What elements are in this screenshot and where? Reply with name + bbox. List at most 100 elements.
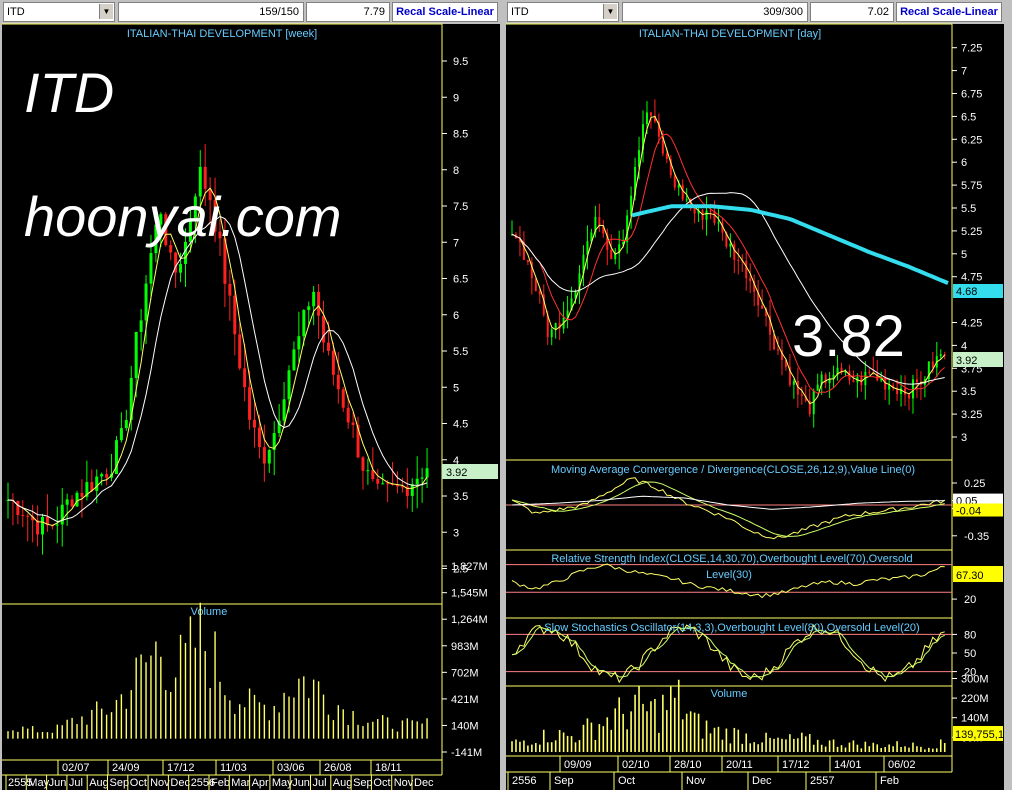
month-label: Oct [618,775,635,787]
candle-body [610,249,613,260]
date-label: 02/10 [622,759,650,771]
price-tick-label: 9 [453,92,459,104]
candle-body [800,394,803,396]
volume-tick-label: 983M [451,641,479,653]
candle-body [693,208,696,214]
candle-body [248,387,252,420]
daily-candles [511,99,946,428]
price-tick-label: 5.75 [961,180,982,192]
month-label: Feb [211,777,230,789]
date-label: 26/08 [324,762,352,774]
candle-body [105,474,109,478]
volume-tick-label: 702M [451,667,479,679]
volume-tick-label: 140M [961,713,989,725]
volume-bars: 300M220M140M60M [511,674,989,752]
price-tick-label: 7.25 [961,43,982,55]
candle-body [931,361,934,368]
volume-value: 139,755,1 [955,729,1004,741]
price-tick-label: 3 [453,527,459,539]
price-tick-label: 6.5 [453,274,468,286]
candle-body [41,516,45,535]
volume-tick-label: 1,827M [451,561,488,573]
candle-body [139,320,143,332]
candle-body [21,515,25,517]
candle-body [55,524,59,526]
candle-body [326,342,330,351]
price-tick-label: 5 [453,382,459,394]
indicator-panes: 0.250.05-0.04-0.3520805020 [506,477,1003,684]
candle-body [312,291,316,307]
candle-body [282,399,286,421]
candle-body [681,184,684,200]
candle-body [376,479,380,484]
weekly-chart-panel: ITD ▼ 159/150 7.79 Recal Scale-Linear IT… [2,0,500,790]
ma-price-value: 4.68 [956,286,977,298]
candle-body [26,515,30,517]
date-label: 17/12 [782,759,810,771]
candle-body [673,175,676,188]
candle-body [911,379,914,399]
price-tick-label: 3.25 [961,409,982,421]
price-tick-label: 4.5 [453,419,468,431]
volume-tick-label: 140M [451,720,479,732]
month-label: Jul [69,777,83,789]
candle-body [60,504,64,525]
candle-body [729,243,732,247]
volume-tick-label: -141M [451,747,482,759]
price-tick-label: 6.75 [961,89,982,101]
candle-body [228,283,232,296]
weekly-chart-canvas[interactable]: ITALIAN-THAI DEVELOPMENT [week] Volume 9… [2,0,500,790]
candle-body [124,419,128,429]
month-label: Sep [353,777,373,789]
watermark-symbol: ITD [24,61,114,124]
candle-body [649,112,652,116]
date-label: 11/03 [220,762,247,774]
volume-bars [7,602,428,739]
candle-body [262,447,266,464]
price-tick-label: 4 [961,340,967,352]
chart-title: ITALIAN-THAI DEVELOPMENT [day] [639,28,821,40]
candle-body [709,210,712,212]
date-label: 24/09 [112,762,140,774]
candle-body [420,477,424,479]
month-label: Mar [231,777,250,789]
month-label: Sep [554,775,574,787]
price-tick-label: 4.25 [961,318,982,330]
stoch-tick-label: 80 [964,629,976,641]
volume-tick-label: 421M [451,694,479,706]
candle-body [626,215,629,243]
candle-body [900,388,903,395]
price-tick-label: 6.25 [961,134,982,146]
candle-body [361,457,365,471]
candle-body [331,350,335,375]
rsi-value: 67.30 [956,570,984,582]
candle-body [65,499,69,505]
daily-chart-canvas[interactable]: ITALIAN-THAI DEVELOPMENT [day] 7.25 7 6.75… [506,0,1004,790]
month-label: Aug [89,777,109,789]
candle-body [302,310,306,337]
candle-body [824,374,827,384]
price-tick-label: 3 [961,432,967,444]
candle-body [550,329,553,338]
candle-body [816,384,819,391]
ma-long-line [7,215,428,523]
candle-body [100,474,104,477]
volume-tick-label: 300M [961,674,989,686]
candle-body [915,379,918,383]
candle-body [341,389,345,408]
stoch-title: Slow Stochastics Oscillator(14,3,3),Over… [544,622,919,634]
price-tick-label: 9.5 [453,56,468,68]
month-label: Jun [49,777,67,789]
month-label: Jul [313,777,327,789]
rsi-tick-label: 20 [964,594,976,606]
month-label: Oct [130,777,147,789]
volume-title: Volume [711,688,748,700]
candle-body [144,283,148,321]
candle-body [761,305,764,309]
month-label: Jun [292,777,310,789]
candle-body [297,336,301,350]
price-axis: 7.25 7 6.75 6.5 6.25 6 5.75 5.5 5.25 5 4.75 4.25 4 3.… [952,43,982,444]
candle-body [336,374,340,390]
candle-body [733,243,736,261]
big-price-label: 3.82 [792,304,905,369]
